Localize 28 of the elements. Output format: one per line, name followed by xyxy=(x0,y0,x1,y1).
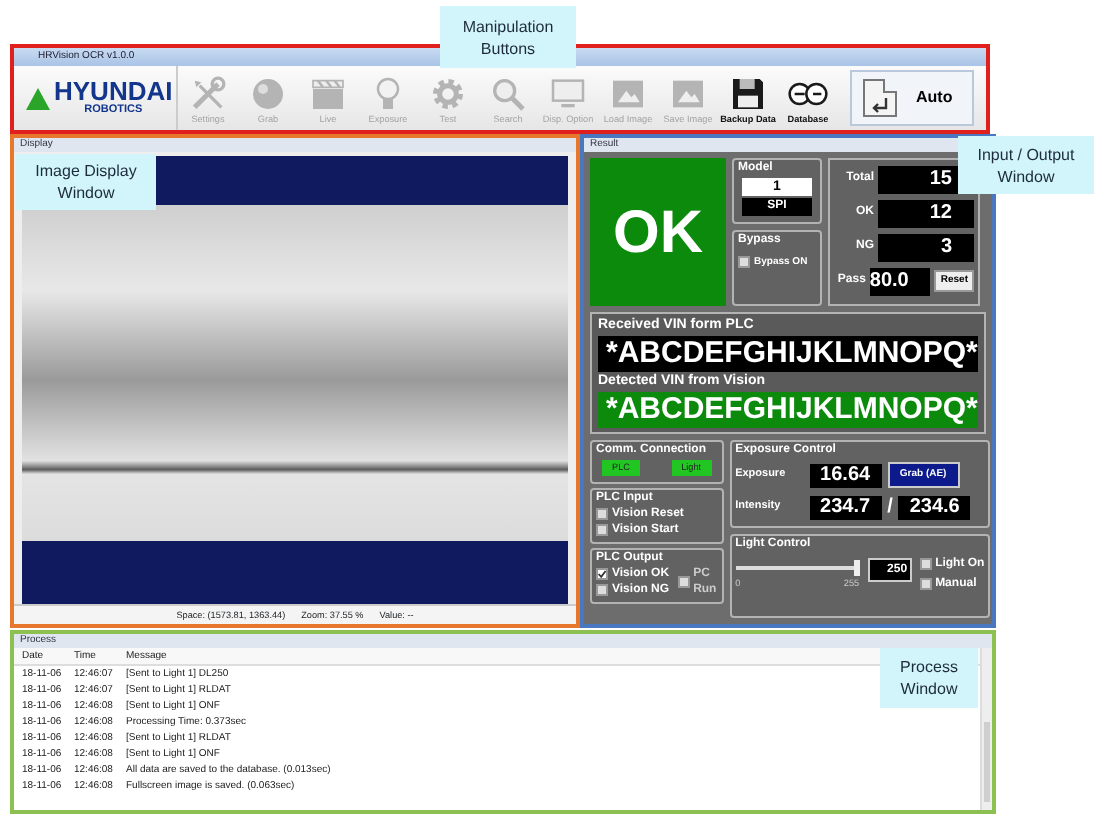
checkbox[interactable] xyxy=(596,524,608,536)
checkbox[interactable] xyxy=(596,584,608,596)
triangle-logo-icon xyxy=(26,87,50,109)
counter-value: 3 xyxy=(878,233,974,261)
enter-key-icon xyxy=(860,76,900,120)
target-value: 234.6 xyxy=(898,495,971,519)
vin-value: *ABCDEFGHIJKLMNOPQ* xyxy=(598,392,978,428)
callout-label: Manipulation Buttons xyxy=(440,6,576,68)
scrollbar[interactable] xyxy=(980,648,992,810)
counter-value: 80.0 xyxy=(869,267,931,295)
callout-label: Image Display Window xyxy=(16,154,156,210)
checkbox[interactable] xyxy=(596,508,608,520)
checkbox[interactable] xyxy=(919,558,932,570)
logo-text: HYUNDAI xyxy=(54,80,173,104)
verdict-display: OK xyxy=(590,158,726,306)
vin-value: *ABCDEFGHIJKLMNOPQ* xyxy=(598,336,978,372)
callout-label: Input / Output Window xyxy=(958,136,1094,194)
exposure-value: 16.64 xyxy=(809,463,882,487)
checkbox[interactable] xyxy=(919,578,932,590)
counter-value: 12 xyxy=(878,199,974,227)
slider-thumb[interactable] xyxy=(854,560,861,576)
separator-text: / xyxy=(887,494,893,522)
intensity-value: 234.7 xyxy=(809,495,882,519)
checkbox[interactable] xyxy=(596,568,608,580)
checkbox[interactable] xyxy=(677,576,690,588)
auto-button[interactable]: Auto xyxy=(850,70,974,126)
callout-label: Process Window xyxy=(880,648,978,708)
checkbox[interactable] xyxy=(738,256,750,268)
